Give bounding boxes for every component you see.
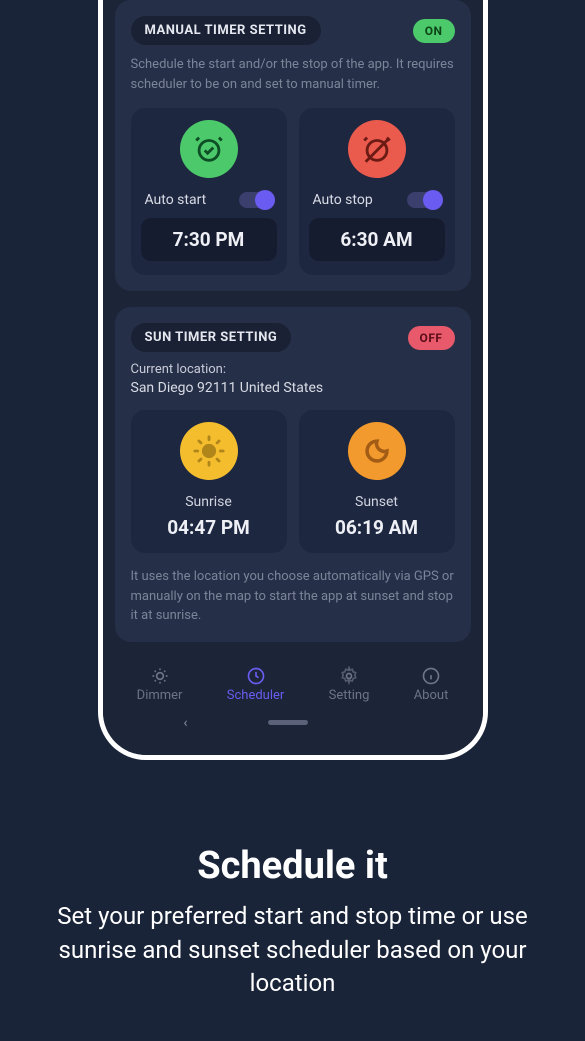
app-screen: MANUAL TIMER SETTING ON Schedule the sta… [103,0,483,755]
nav-about[interactable]: About [414,666,449,703]
bottom-nav: Dimmer Scheduler Setting About [115,658,471,707]
sunrise-label: Sunrise [185,494,232,510]
marketing-subtitle: Set your preferred start and stop time o… [30,900,555,1001]
manual-timer-toggle[interactable]: ON [413,19,455,43]
sunset-tile: Sunset 06:19 AM [299,410,455,553]
marketing-copy: Schedule it Set your preferred start and… [0,844,585,1001]
manual-timer-card: MANUAL TIMER SETTING ON Schedule the sta… [115,0,471,291]
system-nav-bar: ‹ [115,707,471,741]
nav-setting[interactable]: Setting [329,666,370,703]
nav-setting-label: Setting [329,688,370,703]
auto-start-tile: Auto start 7:30 PM [131,108,287,275]
sun-timer-card: SUN TIMER SETTING OFF Current location: … [115,307,471,642]
nav-scheduler-label: Scheduler [227,688,285,703]
location-label: Current location: [131,362,455,377]
nav-about-label: About [414,688,449,703]
sun-icon [180,422,238,480]
nav-handle[interactable] [268,720,308,725]
clock-icon [246,666,266,686]
nav-scheduler[interactable]: Scheduler [227,666,285,703]
location-value[interactable]: San Diego 92111 United States [131,380,455,396]
manual-timer-desc: Schedule the start and/or the stop of th… [131,55,455,94]
sunrise-time: 04:47 PM [167,516,250,539]
auto-stop-switch[interactable] [407,192,441,208]
auto-start-time[interactable]: 7:30 PM [141,218,277,261]
info-icon [421,666,441,686]
phone-frame: MANUAL TIMER SETTING ON Schedule the sta… [98,0,488,760]
alarm-on-icon [180,120,238,178]
sun-timer-toggle[interactable]: OFF [408,326,455,350]
manual-timer-title: MANUAL TIMER SETTING [131,16,321,45]
alarm-off-icon [348,120,406,178]
sunset-time: 06:19 AM [335,516,418,539]
sun-timer-footer: It uses the location you choose automati… [131,567,455,626]
back-icon[interactable]: ‹ [183,715,187,731]
marketing-title: Schedule it [30,844,555,888]
nav-dimmer-label: Dimmer [137,688,183,703]
nav-dimmer[interactable]: Dimmer [137,666,183,703]
auto-stop-time[interactable]: 6:30 AM [309,218,445,261]
auto-stop-tile: Auto stop 6:30 AM [299,108,455,275]
sunrise-tile: Sunrise 04:47 PM [131,410,287,553]
dimmer-icon [150,666,170,686]
gear-icon [339,666,359,686]
auto-start-switch[interactable] [239,192,273,208]
auto-stop-label: Auto stop [313,192,373,208]
sun-timer-title: SUN TIMER SETTING [131,323,292,352]
auto-start-label: Auto start [145,192,207,208]
sunset-label: Sunset [355,494,398,510]
moon-icon [348,422,406,480]
